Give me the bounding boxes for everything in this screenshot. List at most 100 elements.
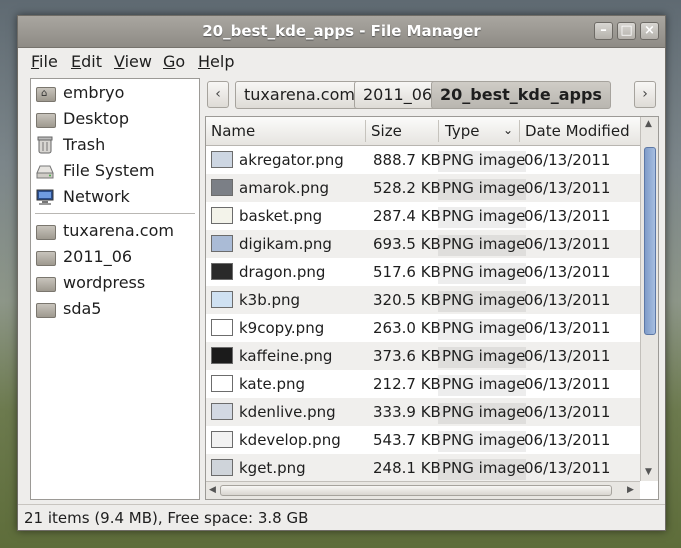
file-name: kdevelop.png — [239, 431, 341, 449]
file-date-modified: 06/13/2011 — [524, 375, 611, 393]
image-thumbnail-icon — [211, 375, 233, 392]
path-bar: ‹ tuxarena.com 2011_06 20_best_kde_apps … — [206, 80, 658, 112]
file-size: 212.7 KB — [373, 375, 441, 393]
sidebar-item-file-system[interactable]: File System — [35, 159, 195, 183]
table-row[interactable]: kaffeine.png 373.6 KB PNG image 06/13/2011 — [206, 342, 640, 370]
table-row[interactable]: k3b.png 320.5 KB PNG image 06/13/2011 — [206, 286, 640, 314]
menu-view[interactable]: View — [114, 52, 152, 71]
close-button[interactable]: × — [640, 22, 659, 40]
table-row[interactable]: kate.png 212.7 KB PNG image 06/13/2011 — [206, 370, 640, 398]
table-row[interactable]: k9copy.png 263.0 KB PNG image 06/13/2011 — [206, 314, 640, 342]
file-name: digikam.png — [239, 235, 332, 253]
folder-icon — [35, 299, 56, 318]
sidebar-item-trash[interactable]: Trash — [35, 133, 195, 157]
image-thumbnail-icon — [211, 207, 233, 224]
image-thumbnail-icon — [211, 403, 233, 420]
vertical-scroll-thumb[interactable] — [644, 147, 656, 335]
sidebar-item-2011-06[interactable]: 2011_06 — [35, 245, 195, 269]
horizontal-scrollbar[interactable]: ◀ ▶ — [206, 481, 640, 499]
scroll-up-icon[interactable]: ▲ — [645, 119, 652, 129]
sidebar-item-sda5[interactable]: sda5 — [35, 297, 195, 321]
file-date-modified: 06/13/2011 — [524, 235, 611, 253]
column-divider[interactable] — [365, 120, 366, 142]
sidebar-item-wordpress[interactable]: wordpress — [35, 271, 195, 295]
file-list: Name Size Type ⌄ Date Modified akregator… — [205, 116, 659, 500]
file-name: kget.png — [239, 459, 306, 477]
table-row[interactable]: digikam.png 693.5 KB PNG image 06/13/2011 — [206, 230, 640, 258]
path-back-button[interactable]: ‹ — [207, 81, 229, 108]
file-type: PNG image — [438, 347, 526, 368]
file-size: 528.2 KB — [373, 179, 441, 197]
file-type: PNG image — [438, 431, 526, 452]
table-row[interactable]: kget.png 248.1 KB PNG image 06/13/2011 — [206, 454, 640, 482]
sidebar-item-embryo[interactable]: ⌂ embryo — [35, 81, 195, 105]
drive-icon — [35, 161, 55, 179]
menu-help[interactable]: Help — [198, 52, 234, 71]
file-date-modified: 06/13/2011 — [524, 291, 611, 309]
file-type: PNG image — [438, 319, 526, 340]
file-date-modified: 06/13/2011 — [524, 207, 611, 225]
file-size: 888.7 KB — [373, 151, 441, 169]
title-bar[interactable]: 20_best_kde_apps - File Manager – □ × — [18, 16, 665, 48]
sidebar-item-desktop[interactable]: Desktop — [35, 107, 195, 131]
image-thumbnail-icon — [211, 459, 233, 476]
file-size: 693.5 KB — [373, 235, 441, 253]
file-size: 320.5 KB — [373, 291, 441, 309]
table-row[interactable]: akregator.png 888.7 KB PNG image 06/13/2011 — [206, 146, 640, 174]
table-row[interactable]: dragon.png 517.6 KB PNG image 06/13/2011 — [206, 258, 640, 286]
file-size: 517.6 KB — [373, 263, 441, 281]
table-row[interactable]: amarok.png 528.2 KB PNG image 06/13/2011 — [206, 174, 640, 202]
menu-go[interactable]: Go — [163, 52, 185, 71]
sidebar-separator — [35, 213, 195, 214]
file-name: dragon.png — [239, 263, 326, 281]
image-thumbnail-icon — [211, 319, 233, 336]
column-divider[interactable] — [519, 120, 520, 142]
minimize-button[interactable]: – — [594, 22, 613, 40]
home-folder-icon: ⌂ — [35, 83, 56, 102]
crumb-tuxarena[interactable]: tuxarena.com — [235, 81, 364, 109]
horizontal-scroll-thumb[interactable] — [220, 485, 612, 496]
status-bar: 21 items (9.4 MB), Free space: 3.8 GB — [18, 504, 665, 531]
sidebar-item-network[interactable]: Network — [35, 185, 195, 209]
column-date-modified[interactable]: Date Modified — [525, 122, 630, 140]
file-type: PNG image — [438, 151, 526, 172]
file-name: amarok.png — [239, 179, 330, 197]
status-text: 21 items (9.4 MB), Free space: 3.8 GB — [24, 509, 309, 527]
file-date-modified: 06/13/2011 — [524, 403, 611, 421]
file-size: 287.4 KB — [373, 207, 441, 225]
scroll-left-icon[interactable]: ◀ — [209, 485, 216, 495]
path-forward-button[interactable]: › — [634, 81, 656, 108]
file-type: PNG image — [438, 375, 526, 396]
file-name: kate.png — [239, 375, 306, 393]
file-type: PNG image — [438, 291, 526, 312]
menu-edit[interactable]: Edit — [71, 52, 102, 71]
scroll-down-icon[interactable]: ▼ — [645, 467, 652, 477]
table-row[interactable]: basket.png 287.4 KB PNG image 06/13/2011 — [206, 202, 640, 230]
image-thumbnail-icon — [211, 263, 233, 280]
folder-icon — [35, 221, 56, 240]
file-name: kdenlive.png — [239, 403, 336, 421]
menu-file[interactable]: File — [31, 52, 58, 71]
crumb-2011-06[interactable]: 2011_06 — [354, 81, 442, 109]
network-icon — [35, 187, 55, 205]
list-header: Name Size Type ⌄ Date Modified — [206, 117, 640, 146]
maximize-button[interactable]: □ — [617, 22, 636, 40]
places-sidebar: ⌂ embryo Desktop Trash File System Netwo… — [30, 78, 200, 500]
file-type: PNG image — [438, 207, 526, 228]
file-type: PNG image — [438, 403, 526, 424]
crumb-20-best-kde-apps[interactable]: 20_best_kde_apps — [431, 81, 611, 109]
file-name: kaffeine.png — [239, 347, 333, 365]
file-date-modified: 06/13/2011 — [524, 319, 611, 337]
file-name: akregator.png — [239, 151, 344, 169]
column-size[interactable]: Size — [371, 122, 402, 140]
table-row[interactable]: kdenlive.png 333.9 KB PNG image 06/13/2011 — [206, 398, 640, 426]
vertical-scrollbar[interactable]: ▲ ▼ — [640, 117, 658, 481]
column-type[interactable]: Type — [445, 122, 479, 140]
file-date-modified: 06/13/2011 — [524, 431, 611, 449]
scroll-right-icon[interactable]: ▶ — [627, 485, 634, 495]
sidebar-item-tuxarena[interactable]: tuxarena.com — [35, 219, 195, 243]
column-name[interactable]: Name — [211, 122, 255, 140]
table-row[interactable]: kdevelop.png 543.7 KB PNG image 06/13/2011 — [206, 426, 640, 454]
column-divider[interactable] — [438, 120, 439, 142]
file-size: 248.1 KB — [373, 459, 441, 477]
